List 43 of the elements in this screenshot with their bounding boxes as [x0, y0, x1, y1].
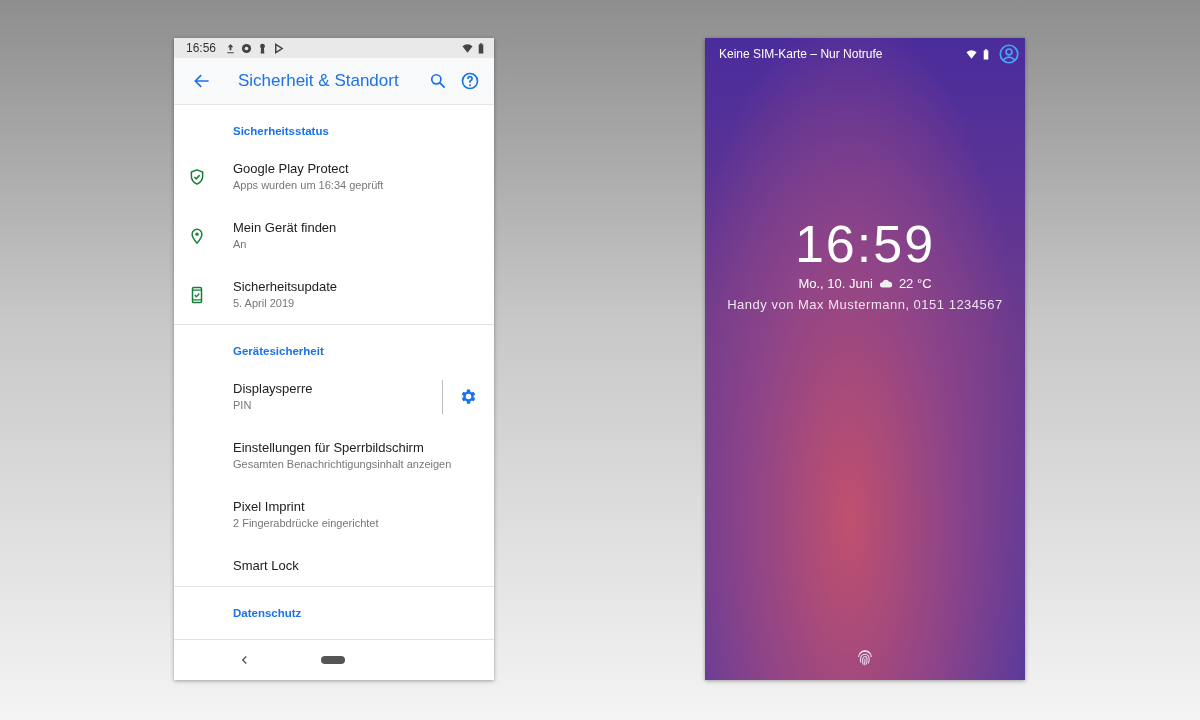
temperature-text: 22 °C: [898, 276, 932, 291]
search-icon[interactable]: [428, 71, 448, 91]
item-title: Mein Gerät finden: [233, 219, 338, 236]
settings-icon[interactable]: [459, 387, 478, 406]
settings-item[interactable]: Smart Lock: [174, 544, 494, 586]
item-title: Google Play Protect: [233, 160, 350, 177]
settings-item[interactable]: Sicherheitsupdate 5. April 2019: [174, 265, 494, 324]
status-time: 16:56: [186, 41, 217, 55]
play-icon: [273, 42, 285, 54]
item-title: Displaysperre: [233, 380, 314, 397]
upload-icon: [225, 42, 237, 54]
screen-title: Sicherheit & Standort: [237, 71, 400, 91]
item-subtitle: 5. April 2019: [233, 296, 296, 311]
user-avatar-icon[interactable]: [999, 44, 1019, 64]
settings-item[interactable]: Google Play Protect Apps wurden um 16:34 geprüft: [174, 147, 494, 206]
clock: 16:59: [794, 216, 936, 272]
item-title: Pixel Imprint: [233, 498, 306, 515]
battery-icon: [983, 48, 989, 60]
item-title: Sicherheitsupdate: [233, 278, 339, 295]
item-title: Einstellungen für Sperrbildschirm: [233, 439, 425, 456]
item-subtitle: Gesamten Benachrichtigungsinhalt anzeigen: [233, 457, 453, 472]
carrier-text: Keine SIM-Karte – Nur Notrufe: [719, 47, 883, 61]
settings-item[interactable]: Displaysperre PIN: [174, 367, 494, 426]
back-icon[interactable]: [240, 654, 249, 666]
home-pill[interactable]: [321, 656, 345, 664]
battery-icon: [478, 42, 484, 54]
date-text: Mo., 10. Juni: [798, 276, 873, 291]
item-subtitle: PIN: [233, 398, 253, 413]
item-title: Smart Lock: [233, 556, 300, 574]
cloud-icon: [878, 279, 893, 288]
section-header: Gerätesicherheit: [232, 344, 325, 359]
help-icon[interactable]: [460, 71, 480, 91]
wifi-icon: [462, 42, 473, 54]
settings-item[interactable]: Mein Gerät finden An: [174, 206, 494, 265]
settings-item[interactable]: Einstellungen für Sperrbildschirm Gesamten Benachrichtigungsinhalt anzeigen: [174, 426, 494, 485]
item-subtitle: 2 Fingerabdrücke eingerichtet: [233, 516, 380, 531]
section-header: Sicherheitsstatus: [232, 124, 330, 139]
item-subtitle: Apps wurden um 16:34 geprüft: [233, 178, 385, 193]
settings-item[interactable]: Pixel Imprint 2 Fingerabdrücke eingerichtet: [174, 485, 494, 544]
section-header: Datenschutz: [232, 606, 303, 621]
item-subtitle: An: [233, 237, 248, 252]
owner-info: Handy von Max Mustermann, 0151 1234567: [727, 297, 1003, 312]
wifi-icon: [966, 48, 977, 60]
